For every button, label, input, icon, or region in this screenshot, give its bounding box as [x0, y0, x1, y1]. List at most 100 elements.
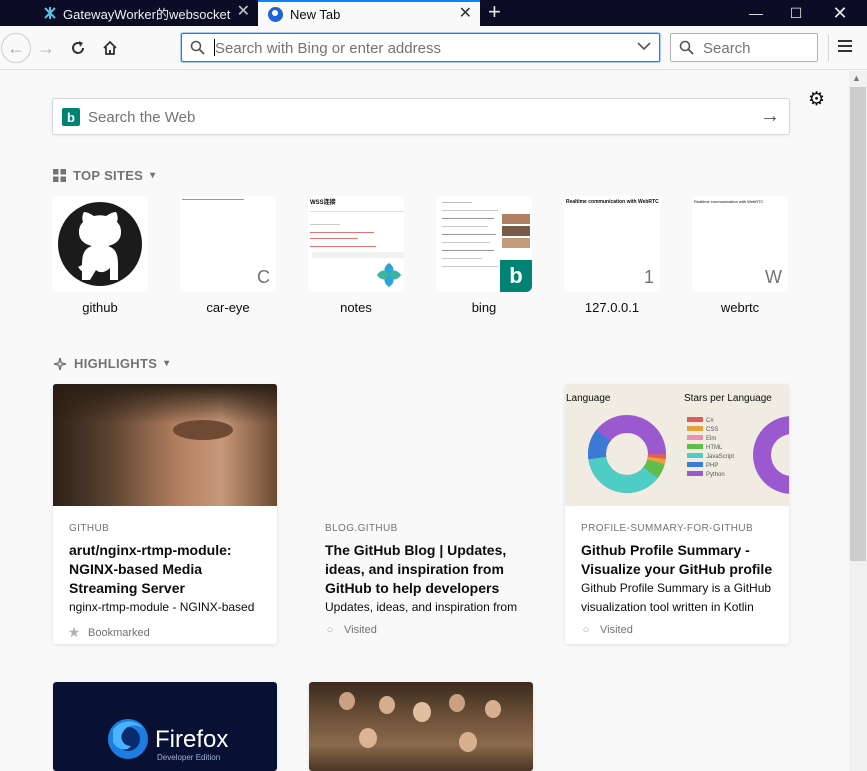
card-context: ★ Bookmarked — [67, 624, 150, 641]
scroll-up-arrow-icon[interactable]: ▲ — [852, 73, 861, 83]
chevron-down-icon: ▾ — [164, 358, 170, 369]
top-site-notes[interactable]: WSS连接 notes — [308, 196, 404, 315]
top-site-github[interactable]: github — [52, 196, 148, 315]
close-tab-icon[interactable]: ✕ — [459, 6, 472, 22]
search-bar[interactable]: Search — [670, 33, 818, 62]
search-placeholder: Search — [703, 40, 751, 57]
forward-arrow-icon[interactable]: → — [34, 36, 58, 60]
bookmark-star-icon: ★ — [67, 624, 81, 640]
card-image: Firefox Developer Edition — [53, 682, 277, 771]
history-icon: ○ — [326, 624, 334, 636]
github-icon — [58, 202, 142, 286]
site-letter: W — [765, 267, 782, 287]
card-title: arut/nginx-rtmp-module: NGINX-based Medi… — [69, 542, 232, 596]
search-icon — [190, 40, 205, 55]
site-thumbnail: b — [436, 196, 532, 292]
chevron-down-icon: ▾ — [150, 170, 156, 181]
reload-icon[interactable] — [66, 36, 90, 60]
arrow-right-icon[interactable]: → — [760, 105, 780, 128]
bing-icon: b — [62, 108, 80, 126]
bing-icon: b — [500, 260, 532, 292]
card-source: PROFILE-SUMMARY-FOR-GITHUB — [581, 523, 754, 534]
highlight-card-firefox-dev[interactable]: Firefox Developer Edition — [53, 682, 277, 771]
card-image — [53, 384, 277, 506]
new-tab-plus-icon[interactable]: + — [488, 1, 501, 23]
card-image — [309, 682, 533, 771]
site-thumbnail: WSS连接 — [308, 196, 404, 292]
chart-label-stars: Stars per Language — [684, 393, 772, 404]
site-name: webrtc — [720, 300, 760, 315]
gatewayworker-favicon-icon — [44, 7, 56, 19]
site-letter: 1 — [643, 267, 654, 287]
language-donut-chart — [588, 415, 666, 493]
tab-label: New Tab — [290, 6, 341, 22]
tab-label: GatewayWorker的websocket — [63, 6, 231, 22]
site-name: 127.0.0.1 — [584, 300, 640, 315]
web-search-box[interactable]: b Search the Web → — [52, 98, 790, 135]
new-tab-page: ⚙ b Search the Web → TOP SITES ▾ github … — [0, 71, 849, 771]
back-arrow-icon[interactable]: ← — [1, 33, 31, 63]
site-letter: C — [257, 267, 270, 287]
web-search-placeholder: Search the Web — [88, 109, 196, 126]
navigation-bar: ← → Search with Bing or enter address Se… — [0, 26, 867, 70]
highlight-card-profile-summary[interactable]: Language Stars per Language C# CSS Elm H… — [565, 384, 789, 644]
top-site-bing[interactable]: b bing — [436, 196, 532, 315]
firefox-icon — [268, 6, 283, 22]
card-context: ○ Visited — [579, 624, 633, 636]
site-thumbnail: Realtime communication with WebRTC 1 — [564, 196, 660, 292]
thumb-heading: Realtime communication with WebRTC — [566, 199, 659, 205]
card-description: Updates, ideas, and inspiration from — [325, 600, 518, 614]
site-thumbnail: Realtime communication with WebRTC W — [692, 196, 788, 292]
url-placeholder: Search with Bing or enter address — [215, 40, 441, 57]
stars-donut-chart — [753, 416, 789, 494]
firefox-brand: Firefox — [155, 726, 229, 753]
top-sites-header[interactable]: TOP SITES ▾ — [53, 168, 155, 183]
top-site-car-eye[interactable]: C car-eye — [180, 196, 276, 315]
top-site-localhost[interactable]: Realtime communication with WebRTC 1 127… — [564, 196, 660, 315]
card-context-label: Visited — [344, 624, 377, 636]
url-bar[interactable]: Search with Bing or enter address — [181, 33, 660, 62]
maximize-icon[interactable]: ☐ — [776, 0, 816, 26]
highlight-card-github-blog[interactable]: BLOG.GITHUB The GitHub Blog | Updates, i… — [309, 384, 533, 644]
hamburger-menu-icon[interactable] — [838, 40, 852, 55]
close-window-icon[interactable]: ✕ — [820, 0, 860, 26]
site-thumbnail — [52, 196, 148, 292]
tab-new-tab[interactable]: New Tab ✕ — [258, 0, 480, 26]
top-site-webrtc[interactable]: Realtime communication with WebRTC W web… — [692, 196, 788, 315]
highlights-title: HIGHLIGHTS — [74, 356, 158, 371]
chevron-down-icon[interactable] — [637, 41, 651, 51]
highlight-card-nginx[interactable]: GITHUB arut/nginx-rtmp-module: NGINX-bas… — [53, 384, 277, 644]
highlights-sparkle-icon — [53, 357, 67, 370]
top-sites-title: TOP SITES — [73, 168, 144, 183]
highlights-header[interactable]: HIGHLIGHTS ▾ — [53, 356, 170, 371]
tab-bar: GatewayWorker的websocket ✕ New Tab ✕ + — … — [0, 0, 867, 26]
gear-icon[interactable]: ⚙ — [808, 88, 825, 111]
site-name: car-eye — [206, 300, 250, 315]
notes-logo-icon — [377, 263, 401, 287]
card-title: Github Profile Summary - Visualize your … — [581, 542, 773, 577]
toolbar-divider — [828, 35, 829, 61]
card-source: GITHUB — [69, 523, 110, 534]
firefox-brand-sub: Developer Edition — [157, 753, 221, 762]
card-image: Language Stars per Language C# CSS Elm H… — [565, 384, 789, 506]
home-icon[interactable] — [98, 36, 122, 60]
history-icon: ○ — [582, 624, 590, 636]
thumb-heading: WSS连接 — [310, 200, 336, 206]
card-source: BLOG.GITHUB — [325, 523, 398, 534]
search-icon — [679, 40, 694, 55]
tab-gatewayworker[interactable]: GatewayWorker的websocket ✕ — [34, 0, 258, 26]
card-description: nginx-rtmp-module - NGINX-based — [69, 600, 255, 614]
firefox-developer-icon — [108, 719, 148, 759]
highlight-card-image[interactable] — [309, 682, 533, 771]
card-context-label: Bookmarked — [88, 626, 150, 639]
site-name: github — [82, 300, 118, 315]
thumb-heading: Realtime communication with WebRTC — [694, 199, 764, 204]
minimize-icon[interactable]: — — [736, 0, 776, 26]
card-context-label: Visited — [600, 624, 633, 636]
close-tab-icon[interactable]: ✕ — [237, 4, 250, 20]
site-name: bing — [471, 300, 497, 315]
vertical-scrollbar[interactable]: ▲ — [849, 71, 867, 771]
scrollbar-thumb[interactable] — [850, 87, 866, 561]
chart-label-language: Language — [566, 393, 611, 404]
site-thumbnail: C — [180, 196, 276, 292]
